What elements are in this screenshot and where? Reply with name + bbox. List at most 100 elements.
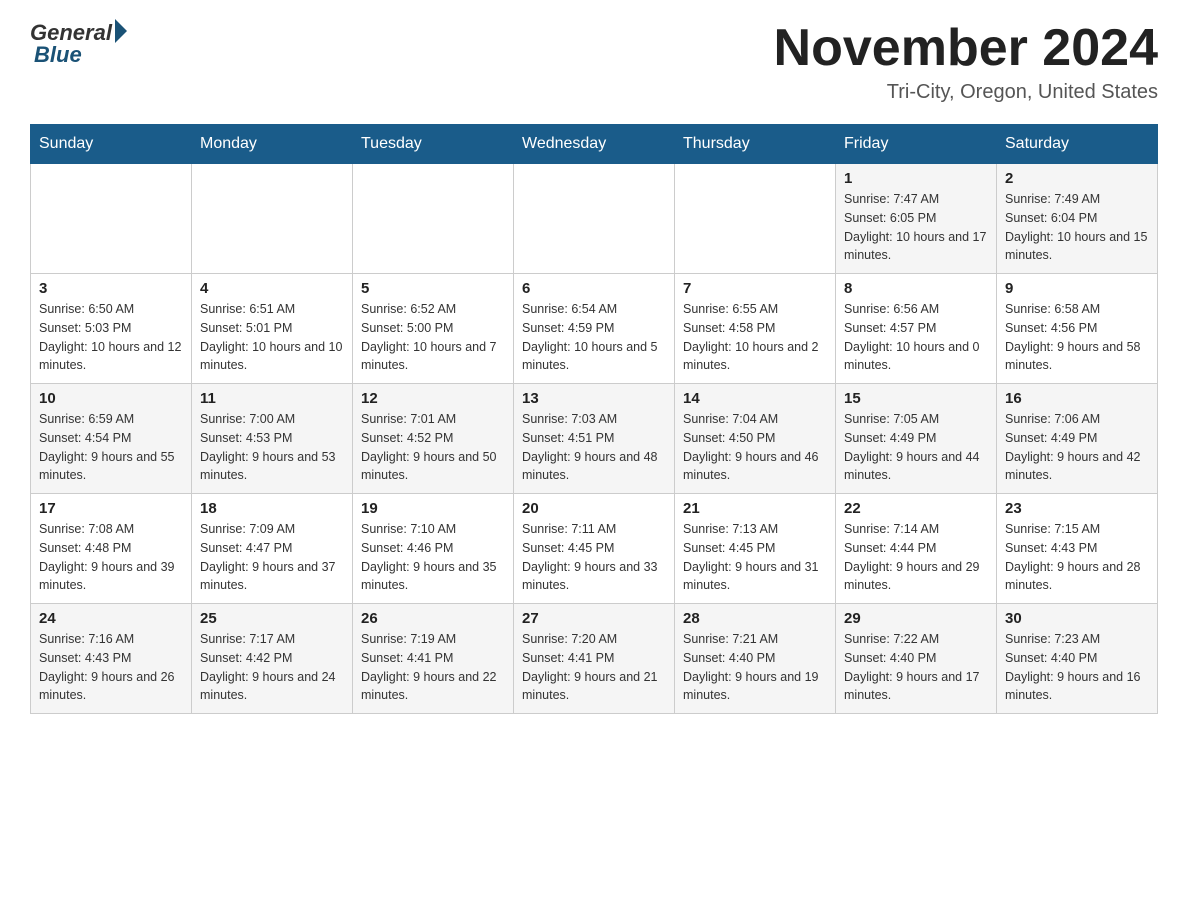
day-info: Sunrise: 7:47 AMSunset: 6:05 PMDaylight:…: [844, 190, 988, 265]
day-number: 3: [39, 280, 183, 297]
week-row-5: 24 Sunrise: 7:16 AMSunset: 4:43 PMDayligh…: [31, 604, 1158, 714]
day-number: 29: [844, 610, 988, 627]
day-number: 14: [683, 390, 827, 407]
day-info: Sunrise: 7:15 AMSunset: 4:43 PMDaylight:…: [1005, 520, 1149, 595]
day-info: Sunrise: 6:51 AMSunset: 5:01 PMDaylight:…: [200, 300, 344, 375]
day-number: 6: [522, 280, 666, 297]
day-number: 2: [1005, 170, 1149, 187]
day-info: Sunrise: 7:08 AMSunset: 4:48 PMDaylight:…: [39, 520, 183, 595]
calendar-cell: 28 Sunrise: 7:21 AMSunset: 4:40 PMDayligh…: [675, 604, 836, 714]
calendar-cell: 10Sunrise: 6:59 AMSunset: 4:54 PMDayligh…: [31, 384, 192, 494]
header-cell-saturday: Saturday: [997, 125, 1158, 164]
day-number: 20: [522, 500, 666, 517]
calendar-cell: 23 Sunrise: 7:15 AMSunset: 4:43 PMDayligh…: [997, 494, 1158, 604]
day-info: Sunrise: 7:09 AMSunset: 4:47 PMDaylight:…: [200, 520, 344, 595]
calendar-cell: 7 Sunrise: 6:55 AMSunset: 4:58 PMDaylight…: [675, 274, 836, 384]
calendar-cell: 11Sunrise: 7:00 AMSunset: 4:53 PMDayligh…: [192, 384, 353, 494]
day-info: Sunrise: 6:56 AMSunset: 4:57 PMDaylight:…: [844, 300, 988, 375]
day-info: Sunrise: 7:00 AMSunset: 4:53 PMDaylight:…: [200, 410, 344, 485]
calendar-cell: 15Sunrise: 7:05 AMSunset: 4:49 PMDayligh…: [836, 384, 997, 494]
calendar-cell: 5 Sunrise: 6:52 AMSunset: 5:00 PMDaylight…: [353, 274, 514, 384]
day-number: 5: [361, 280, 505, 297]
calendar-cell: 1 Sunrise: 7:47 AMSunset: 6:05 PMDaylight…: [836, 164, 997, 274]
calendar-cell: [192, 164, 353, 274]
day-info: Sunrise: 7:05 AMSunset: 4:49 PMDaylight:…: [844, 410, 988, 485]
day-info: Sunrise: 7:19 AMSunset: 4:41 PMDaylight:…: [361, 630, 505, 705]
day-number: 17: [39, 500, 183, 517]
day-info: Sunrise: 6:50 AMSunset: 5:03 PMDaylight:…: [39, 300, 183, 375]
header-cell-wednesday: Wednesday: [514, 125, 675, 164]
day-info: Sunrise: 6:54 AMSunset: 4:59 PMDaylight:…: [522, 300, 666, 375]
day-info: Sunrise: 7:22 AMSunset: 4:40 PMDaylight:…: [844, 630, 988, 705]
page-header: General Blue November 2024 Tri-City, Ore…: [30, 20, 1158, 104]
header-cell-sunday: Sunday: [31, 125, 192, 164]
day-number: 9: [1005, 280, 1149, 297]
day-number: 19: [361, 500, 505, 517]
title-section: November 2024 Tri-City, Oregon, United S…: [774, 20, 1158, 104]
calendar-cell: 27Sunrise: 7:20 AMSunset: 4:41 PMDayligh…: [514, 604, 675, 714]
calendar-cell: 12 Sunrise: 7:01 AMSunset: 4:52 PMDayligh…: [353, 384, 514, 494]
day-info: Sunrise: 7:20 AMSunset: 4:41 PMDaylight:…: [522, 630, 666, 705]
day-number: 13: [522, 390, 666, 407]
day-number: 30: [1005, 610, 1149, 627]
day-number: 28: [683, 610, 827, 627]
header-row: SundayMondayTuesdayWednesdayThursdayFrid…: [31, 125, 1158, 164]
day-info: Sunrise: 7:21 AMSunset: 4:40 PMDaylight:…: [683, 630, 827, 705]
day-number: 16: [1005, 390, 1149, 407]
day-number: 25: [200, 610, 344, 627]
day-number: 1: [844, 170, 988, 187]
calendar-cell: 26 Sunrise: 7:19 AMSunset: 4:41 PMDayligh…: [353, 604, 514, 714]
day-info: Sunrise: 7:04 AMSunset: 4:50 PMDaylight:…: [683, 410, 827, 485]
day-info: Sunrise: 6:52 AMSunset: 5:00 PMDaylight:…: [361, 300, 505, 375]
logo-blue-text: Blue: [34, 42, 82, 68]
day-info: Sunrise: 7:01 AMSunset: 4:52 PMDaylight:…: [361, 410, 505, 485]
logo-arrow-icon: [115, 19, 127, 43]
header-cell-monday: Monday: [192, 125, 353, 164]
day-number: 24: [39, 610, 183, 627]
day-info: Sunrise: 7:16 AMSunset: 4:43 PMDaylight:…: [39, 630, 183, 705]
day-info: Sunrise: 7:06 AMSunset: 4:49 PMDaylight:…: [1005, 410, 1149, 485]
header-cell-friday: Friday: [836, 125, 997, 164]
week-row-2: 3 Sunrise: 6:50 AMSunset: 5:03 PMDaylight…: [31, 274, 1158, 384]
calendar-cell: 22Sunrise: 7:14 AMSunset: 4:44 PMDayligh…: [836, 494, 997, 604]
calendar-cell: 17 Sunrise: 7:08 AMSunset: 4:48 PMDayligh…: [31, 494, 192, 604]
day-number: 4: [200, 280, 344, 297]
calendar-cell: 4 Sunrise: 6:51 AMSunset: 5:01 PMDaylight…: [192, 274, 353, 384]
day-number: 22: [844, 500, 988, 517]
day-number: 26: [361, 610, 505, 627]
calendar-table: SundayMondayTuesdayWednesdayThursdayFrid…: [30, 124, 1158, 714]
calendar-cell: 24 Sunrise: 7:16 AMSunset: 4:43 PMDayligh…: [31, 604, 192, 714]
day-number: 7: [683, 280, 827, 297]
day-number: 8: [844, 280, 988, 297]
calendar-cell: 21Sunrise: 7:13 AMSunset: 4:45 PMDayligh…: [675, 494, 836, 604]
day-info: Sunrise: 6:55 AMSunset: 4:58 PMDaylight:…: [683, 300, 827, 375]
day-info: Sunrise: 7:49 AMSunset: 6:04 PMDaylight:…: [1005, 190, 1149, 265]
day-info: Sunrise: 7:10 AMSunset: 4:46 PMDaylight:…: [361, 520, 505, 595]
day-info: Sunrise: 6:59 AMSunset: 4:54 PMDaylight:…: [39, 410, 183, 485]
logo: General Blue: [30, 20, 127, 68]
header-cell-thursday: Thursday: [675, 125, 836, 164]
month-title: November 2024: [774, 20, 1158, 77]
week-row-3: 10Sunrise: 6:59 AMSunset: 4:54 PMDayligh…: [31, 384, 1158, 494]
calendar-cell: 19 Sunrise: 7:10 AMSunset: 4:46 PMDayligh…: [353, 494, 514, 604]
calendar-cell: 3 Sunrise: 6:50 AMSunset: 5:03 PMDaylight…: [31, 274, 192, 384]
week-row-1: 1 Sunrise: 7:47 AMSunset: 6:05 PMDaylight…: [31, 164, 1158, 274]
calendar-cell: [31, 164, 192, 274]
calendar-cell: 9 Sunrise: 6:58 AMSunset: 4:56 PMDaylight…: [997, 274, 1158, 384]
day-info: Sunrise: 6:58 AMSunset: 4:56 PMDaylight:…: [1005, 300, 1149, 375]
calendar-cell: 30Sunrise: 7:23 AMSunset: 4:40 PMDayligh…: [997, 604, 1158, 714]
calendar-cell: 2 Sunrise: 7:49 AMSunset: 6:04 PMDaylight…: [997, 164, 1158, 274]
calendar-cell: 13Sunrise: 7:03 AMSunset: 4:51 PMDayligh…: [514, 384, 675, 494]
day-number: 23: [1005, 500, 1149, 517]
week-row-4: 17 Sunrise: 7:08 AMSunset: 4:48 PMDayligh…: [31, 494, 1158, 604]
day-number: 18: [200, 500, 344, 517]
calendar-cell: 16 Sunrise: 7:06 AMSunset: 4:49 PMDayligh…: [997, 384, 1158, 494]
day-number: 12: [361, 390, 505, 407]
calendar-cell: 8 Sunrise: 6:56 AMSunset: 4:57 PMDaylight…: [836, 274, 997, 384]
calendar-header: SundayMondayTuesdayWednesdayThursdayFrid…: [31, 125, 1158, 164]
day-info: Sunrise: 7:17 AMSunset: 4:42 PMDaylight:…: [200, 630, 344, 705]
calendar-cell: [675, 164, 836, 274]
day-info: Sunrise: 7:11 AMSunset: 4:45 PMDaylight:…: [522, 520, 666, 595]
calendar-cell: 25 Sunrise: 7:17 AMSunset: 4:42 PMDayligh…: [192, 604, 353, 714]
calendar-cell: 29 Sunrise: 7:22 AMSunset: 4:40 PMDayligh…: [836, 604, 997, 714]
